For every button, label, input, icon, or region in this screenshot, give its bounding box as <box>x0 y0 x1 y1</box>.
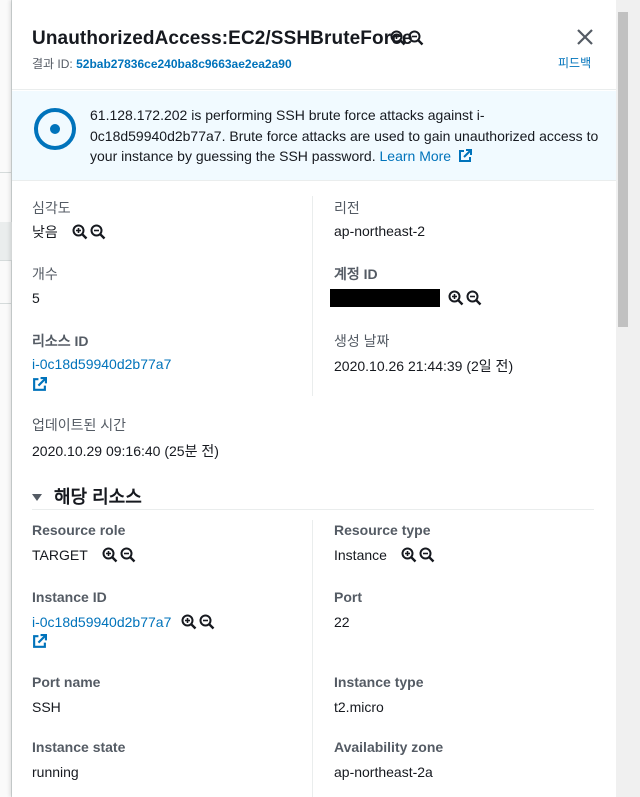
column-divider <box>312 520 313 797</box>
account-id-filter-icons <box>448 290 482 306</box>
info-icon <box>34 108 76 150</box>
severity-text: 낮음 <box>32 224 58 240</box>
port-label: Port <box>334 589 362 605</box>
external-link-icon <box>458 149 472 162</box>
external-link-icon[interactable] <box>32 634 47 649</box>
created-value: 2020.10.26 21:44:39 (2일 전) <box>334 358 514 374</box>
zoom-in-icon[interactable] <box>102 547 118 563</box>
finding-id-label: 결과 ID: <box>32 57 73 71</box>
port-name-value: SSH <box>32 699 61 715</box>
instance-type-value: t2.micro <box>334 699 384 715</box>
instance-id-link[interactable]: i-0c18d59940d2b77a7 <box>32 614 171 630</box>
info-description-text: 61.128.172.202 is performing SSH brute f… <box>90 107 599 164</box>
resource-type-label: Resource type <box>334 522 431 538</box>
count-label: 개수 <box>32 266 58 282</box>
availability-zone-value: ap-northeast-2a <box>334 764 433 780</box>
finding-title: UnauthorizedAccess:EC2/SSHBruteForce <box>32 28 413 49</box>
availability-zone-label: Availability zone <box>334 739 444 755</box>
count-value: 5 <box>32 290 40 306</box>
instance-state-label: Instance state <box>32 739 126 755</box>
caret-down-icon <box>32 493 42 501</box>
instance-state-value: running <box>32 764 79 780</box>
scrollbar-thumb[interactable] <box>618 12 628 327</box>
created-label: 생성 날짜 <box>334 333 390 349</box>
close-button[interactable] <box>574 26 596 48</box>
instance-id-label: Instance ID <box>32 589 107 605</box>
zoom-in-icon[interactable] <box>72 224 88 240</box>
updated-value: 2020.10.29 09:16:40 (25분 전) <box>32 443 219 459</box>
resource-role-label: Resource role <box>32 522 126 538</box>
account-filter-icons <box>448 290 482 306</box>
severity-label: 심각도 <box>32 200 71 216</box>
zoom-in-icon[interactable] <box>390 30 406 46</box>
zoom-in-icon[interactable] <box>181 614 197 630</box>
resource-role-filter-icons <box>102 547 136 563</box>
background-divider <box>0 303 12 304</box>
feedback-link[interactable]: 피드백 <box>558 54 591 71</box>
affected-resources-header[interactable]: 해당 리소스 <box>32 483 142 509</box>
external-link-icon[interactable] <box>32 377 47 392</box>
updated-label: 업데이트된 시간 <box>32 417 127 433</box>
panel-header: UnauthorizedAccess:EC2/SSHBruteForce 결과 … <box>12 0 616 90</box>
instance-id-value: i-0c18d59940d2b77a7 <box>32 614 215 630</box>
learn-more-label: Learn More <box>379 148 452 164</box>
instance-id-filter-icons <box>181 614 215 630</box>
background-divider <box>0 260 12 261</box>
zoom-out-icon[interactable] <box>466 290 482 306</box>
background-divider <box>0 172 12 173</box>
zoom-in-icon[interactable] <box>448 290 464 306</box>
instance-type-label: Instance type <box>334 674 424 690</box>
region-value: ap-northeast-2 <box>334 223 426 239</box>
resource-type-text: Instance <box>334 547 387 563</box>
zoom-out-icon[interactable] <box>408 30 424 46</box>
resource-role-value: TARGET <box>32 547 136 563</box>
panel-scrollbar[interactable] <box>616 0 640 797</box>
title-filter-icons <box>390 30 424 46</box>
finding-id-value: 52bab27836ce240ba8c9663ae2ea2a90 <box>76 57 292 71</box>
port-name-label: Port name <box>32 674 101 690</box>
region-label: 리전 <box>334 200 360 216</box>
resource-id-link[interactable]: i-0c18d59940d2b77a7 <box>32 356 171 372</box>
close-icon <box>577 29 593 45</box>
section-divider <box>32 509 594 510</box>
finding-id: 결과 ID: 52bab27836ce240ba8c9663ae2ea2a90 <box>32 55 292 72</box>
zoom-out-icon[interactable] <box>120 547 136 563</box>
info-alert: 61.128.172.202 is performing SSH brute f… <box>12 91 616 181</box>
column-divider <box>312 196 313 396</box>
zoom-in-icon[interactable] <box>401 547 417 563</box>
background-page-strip <box>0 0 12 797</box>
account-id-label: 계정 ID <box>334 266 378 282</box>
zoom-out-icon[interactable] <box>90 224 106 240</box>
account-id-redacted <box>330 289 440 307</box>
affected-resources-title: 해당 리소스 <box>54 487 142 507</box>
info-description: 61.128.172.202 is performing SSH brute f… <box>90 105 606 167</box>
background-selected-row <box>0 222 12 260</box>
zoom-out-icon[interactable] <box>419 547 435 563</box>
resource-id-label: 리소스 ID <box>32 333 89 349</box>
resource-type-filter-icons <box>401 547 435 563</box>
port-value: 22 <box>334 614 350 630</box>
resource-type-value: Instance <box>334 547 435 563</box>
finding-details-panel: UnauthorizedAccess:EC2/SSHBruteForce 결과 … <box>12 0 616 797</box>
severity-value: 낮음 <box>32 222 106 242</box>
zoom-out-icon[interactable] <box>199 614 215 630</box>
resource-role-text: TARGET <box>32 547 88 563</box>
learn-more-link[interactable]: Learn More <box>380 148 472 164</box>
severity-filter-icons <box>72 224 106 240</box>
